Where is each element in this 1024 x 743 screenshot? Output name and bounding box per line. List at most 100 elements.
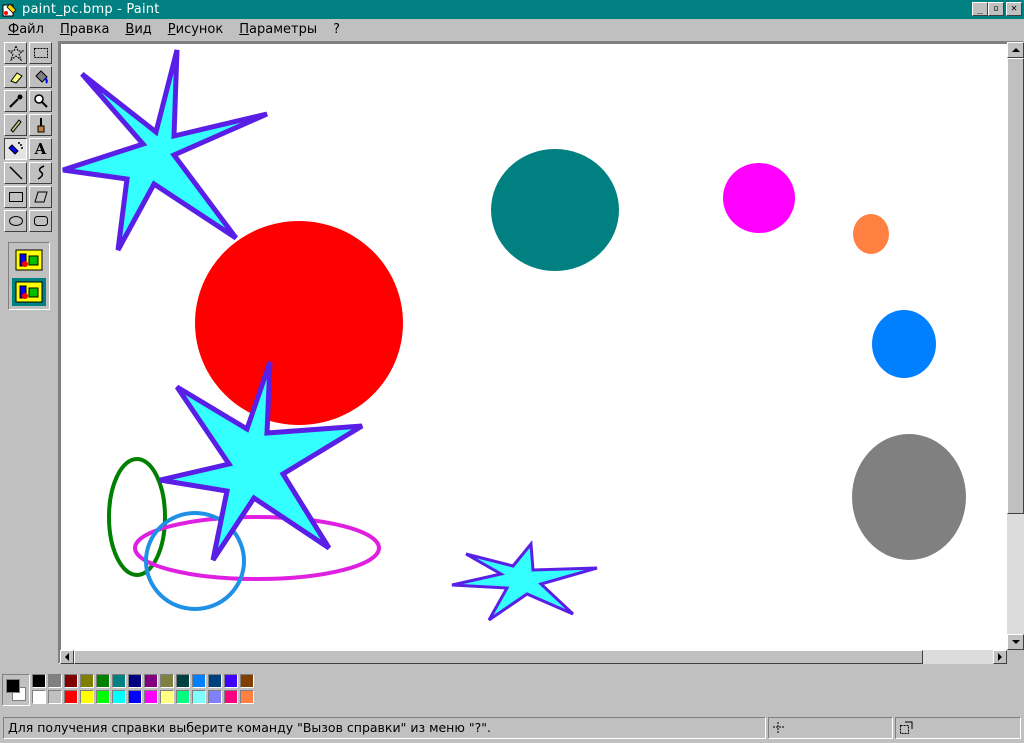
palette-swatch[interactable] [128, 690, 142, 704]
color-palette [0, 666, 1024, 712]
menu-file[interactable]: Файл [0, 19, 52, 40]
menu-edit[interactable]: Правка [52, 19, 117, 40]
palette-swatch[interactable] [80, 690, 94, 704]
curve-icon [37, 165, 44, 180]
scroll-down-button[interactable] [1007, 634, 1024, 650]
palette-swatch[interactable] [240, 674, 254, 688]
green-ellipse [107, 457, 167, 577]
paint-app-icon[interactable] [2, 2, 18, 18]
rectangle-tool[interactable] [4, 186, 27, 208]
palette-swatch[interactable] [32, 690, 46, 704]
palette-swatch[interactable] [160, 690, 174, 704]
gray-circle [852, 434, 966, 560]
opaque-option[interactable] [12, 246, 46, 274]
magnifier-icon [33, 94, 48, 108]
minimize-button[interactable]: _ [972, 2, 988, 16]
airbrush-tool[interactable] [4, 138, 27, 160]
window-title: paint_pc.bmp - Paint [22, 2, 160, 17]
text-tool[interactable]: A [29, 138, 52, 160]
close-button[interactable]: ✕ [1006, 2, 1022, 16]
title-bar[interactable]: paint_pc.bmp - Paint _ ▫ ✕ [0, 0, 1024, 19]
magenta-ellipse [133, 515, 381, 581]
current-colors[interactable] [2, 674, 30, 706]
size-icon [900, 721, 913, 734]
palette-swatch[interactable] [128, 674, 142, 688]
palette-swatch[interactable] [96, 674, 110, 688]
menu-bar: Файл Правка Вид Рисунок Параметры ? [0, 19, 1024, 40]
orange-circle [853, 214, 889, 254]
scroll-corner [1007, 650, 1024, 664]
palette-swatch[interactable] [144, 690, 158, 704]
arrow-up-icon [1011, 48, 1020, 52]
palette-swatch[interactable] [240, 690, 254, 704]
curve-tool[interactable] [29, 162, 52, 184]
free-select-icon [7, 45, 24, 61]
palette-swatch[interactable] [32, 674, 46, 688]
palette-swatch[interactable] [112, 674, 126, 688]
palette-swatch[interactable] [48, 690, 62, 704]
palette-swatch[interactable] [64, 690, 78, 704]
palette-swatch[interactable] [160, 674, 174, 688]
teal-circle [491, 149, 619, 271]
palette-swatch[interactable] [176, 674, 190, 688]
transparent-option[interactable] [12, 278, 46, 306]
eraser-tool[interactable] [4, 66, 27, 88]
palette-swatch[interactable] [144, 674, 158, 688]
ellipse-tool[interactable] [4, 210, 27, 232]
free-select-tool[interactable] [4, 42, 27, 64]
palette-swatch[interactable] [224, 674, 238, 688]
rect-select-tool[interactable] [29, 42, 52, 64]
rounded-rect-icon [33, 216, 48, 226]
rect-select-icon [33, 48, 48, 58]
pencil-tool[interactable] [4, 114, 27, 136]
magenta-circle [723, 163, 795, 233]
scroll-right-button[interactable] [993, 650, 1007, 664]
palette-swatch[interactable] [176, 690, 190, 704]
foreground-color-box [6, 679, 20, 693]
rectangle-icon [8, 192, 23, 202]
tool-options-panel [8, 242, 50, 310]
drawing-canvas[interactable] [61, 44, 1007, 651]
magnifier-tool[interactable] [29, 90, 52, 112]
scroll-up-button[interactable] [1007, 42, 1024, 58]
palette-swatch[interactable] [80, 674, 94, 688]
opaque-mode-icon [15, 249, 43, 271]
status-position [768, 717, 893, 739]
brush-tool[interactable] [29, 114, 52, 136]
line-icon [8, 166, 23, 180]
menu-options[interactable]: Параметры [231, 19, 325, 40]
arrow-right-icon [998, 653, 1002, 661]
palette-swatch[interactable] [192, 690, 206, 704]
eyedropper-icon [8, 94, 22, 108]
transparent-mode-icon [15, 281, 43, 303]
position-icon [773, 722, 785, 734]
palette-swatch[interactable] [208, 674, 222, 688]
palette-swatch[interactable] [48, 674, 62, 688]
horizontal-scrollbar[interactable] [60, 650, 1007, 664]
menu-help[interactable]: ? [325, 19, 348, 40]
menu-view[interactable]: Вид [117, 19, 159, 40]
line-tool[interactable] [4, 162, 27, 184]
polygon-icon [33, 191, 48, 203]
palette-swatch[interactable] [96, 690, 110, 704]
horizontal-scroll-thumb[interactable] [74, 650, 923, 664]
menu-image[interactable]: Рисунок [160, 19, 231, 40]
palette-swatch[interactable] [64, 674, 78, 688]
polygon-tool[interactable] [29, 186, 52, 208]
palette-swatch[interactable] [192, 674, 206, 688]
star-small [451, 540, 598, 622]
vertical-scroll-thumb[interactable] [1007, 58, 1024, 514]
airbrush-icon [7, 142, 23, 155]
fill-tool[interactable] [29, 66, 52, 88]
red-circle [195, 221, 403, 425]
status-size [895, 717, 1021, 739]
palette-swatch[interactable] [224, 690, 238, 704]
palette-swatch[interactable] [208, 690, 222, 704]
scroll-left-button[interactable] [60, 650, 74, 664]
eyedropper-tool[interactable] [4, 90, 27, 112]
maximize-button[interactable]: ▫ [988, 2, 1004, 16]
vertical-scrollbar[interactable] [1007, 42, 1024, 650]
rounded-rect-tool[interactable] [29, 210, 52, 232]
status-help-text: Для получения справки выберите команду "… [3, 717, 766, 739]
palette-swatch[interactable] [112, 690, 126, 704]
